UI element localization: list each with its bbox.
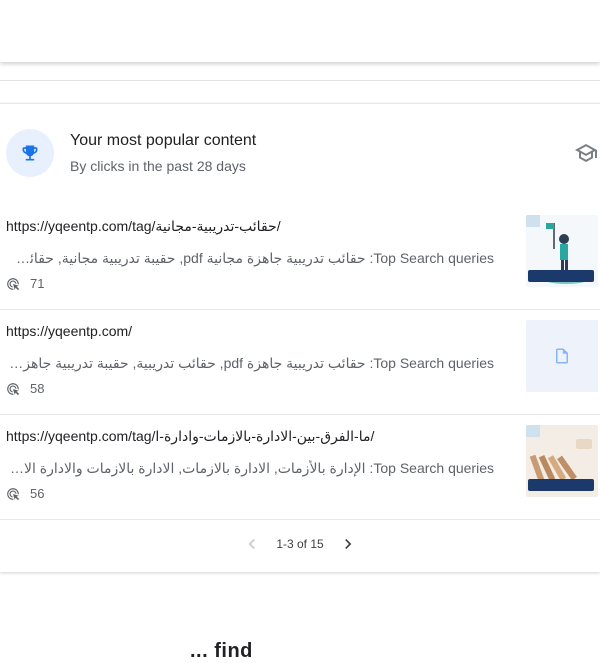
graduation-cap-icon[interactable] — [574, 141, 598, 170]
page-url[interactable]: https://yqeentp.com/tag/ما-الفرق-بين-الا… — [6, 428, 506, 445]
top-search-queries: Top Search queries: الإدارة بالأزمات, ال… — [6, 460, 494, 476]
click-count: 71 — [6, 276, 44, 291]
chevron-left-icon — [248, 539, 256, 549]
click-value: 56 — [30, 486, 45, 501]
divider — [0, 80, 600, 81]
content-row[interactable]: https://yqeentp.com/tag/ما-الفرق-بين-الا… — [0, 414, 600, 520]
click-icon — [7, 382, 20, 395]
card-subtitle: By clicks in the past 28 days — [70, 158, 246, 174]
content-row[interactable]: https://yqeentp.com/tag/حقائب-تدريبية-مج… — [0, 204, 600, 310]
click-count: 58 — [6, 381, 44, 396]
document-icon — [526, 320, 598, 392]
next-page-button[interactable] — [338, 534, 358, 554]
card-header: Your most popular content By clicks in t… — [0, 104, 600, 204]
page-url[interactable]: https://yqeentp.com/ — [6, 323, 506, 339]
page-thumbnail — [526, 425, 598, 497]
click-icon — [7, 487, 20, 500]
popular-content-card: Your most popular content By clicks in t… — [0, 103, 600, 572]
page-range: 1-3 of 15 — [276, 537, 324, 551]
click-icon — [7, 277, 20, 290]
card-title: Your most popular content — [70, 132, 257, 149]
chevron-right-icon — [344, 539, 352, 549]
page-url[interactable]: https://yqeentp.com/tag/حقائب-تدريبية-مج… — [6, 218, 506, 235]
top-search-queries: Top Search queries: حقائب تدريبية جاهزة … — [6, 250, 494, 266]
content-row[interactable]: https://yqeentp.com/ Top Search queries:… — [0, 309, 600, 415]
previous-page-button[interactable] — [242, 534, 262, 554]
click-value: 58 — [30, 381, 45, 396]
click-value: 71 — [30, 276, 45, 291]
previous-card — [0, 0, 600, 62]
click-count: 56 — [6, 486, 44, 501]
top-search-queries: Top Search queries: حقائب تدريبية جاهزة … — [6, 355, 494, 371]
trophy-icon — [6, 129, 54, 177]
next-section-heading: ... find — [190, 640, 253, 662]
pagination: 1-3 of 15 — [0, 529, 600, 559]
page-thumbnail — [526, 215, 598, 287]
